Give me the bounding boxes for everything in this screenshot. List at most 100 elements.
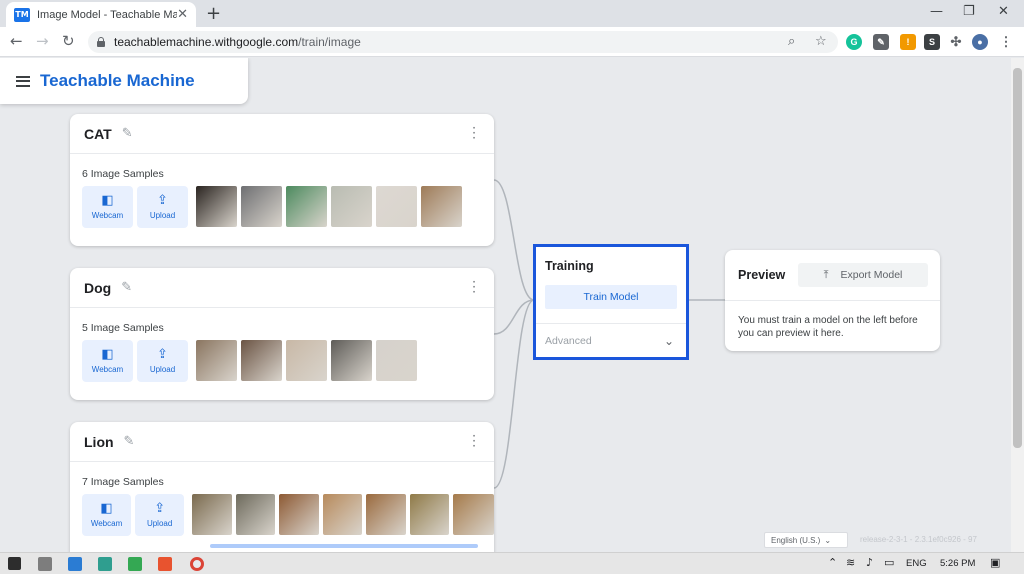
mail-icon[interactable] — [68, 557, 82, 571]
kebab-menu-icon[interactable]: · · · — [472, 276, 476, 298]
upload-icon: ⇪ — [157, 193, 168, 208]
task-view-icon[interactable] — [38, 557, 52, 571]
browser-menu-icon[interactable]: ⋮ — [998, 34, 1014, 50]
language-select[interactable]: English (U.S.) ⌄ — [764, 532, 848, 548]
sample-thumbnail[interactable] — [196, 186, 237, 227]
upload-label: Upload — [149, 211, 176, 220]
class-name[interactable]: Dog — [84, 280, 111, 296]
divider — [725, 300, 940, 301]
browser-tab-bar: TM Image Model - Teachable Machine ✕ + —… — [0, 0, 1024, 27]
sample-thumbnail[interactable] — [331, 340, 372, 381]
upload-label: Upload — [146, 519, 173, 528]
url-host: teachablemachine.withgoogle.com — [114, 35, 299, 49]
s-extension-icon[interactable]: S — [924, 34, 940, 50]
kebab-menu-icon[interactable]: · · · — [472, 122, 476, 144]
upload-button[interactable]: ⇪ Upload — [135, 494, 185, 536]
sample-thumbnail[interactable] — [286, 340, 327, 381]
sample-thumbnail[interactable] — [196, 340, 237, 381]
grammarly-extension-icon[interactable]: G — [846, 34, 862, 50]
extension-icon[interactable]: ✎ — [873, 34, 889, 50]
sample-thumbnail[interactable] — [366, 494, 406, 535]
upload-button[interactable]: ⇪ Upload — [137, 186, 188, 228]
sample-thumbnail[interactable] — [241, 340, 282, 381]
sample-thumbnail[interactable] — [241, 186, 282, 227]
zoom-icon[interactable]: ⌕ — [788, 34, 795, 49]
pencil-edit-icon[interactable]: ✎ — [121, 280, 132, 295]
address-bar[interactable]: teachablemachine.withgoogle.com/train/im… — [88, 31, 838, 53]
sample-thumbnail[interactable] — [192, 494, 232, 535]
scrollbar-thumb[interactable] — [1013, 68, 1022, 448]
webcam-button[interactable]: ◧ Webcam — [82, 340, 133, 382]
bookmark-star-icon[interactable]: ☆ — [815, 34, 827, 49]
volume-icon[interactable]: ♪ — [866, 556, 873, 569]
pencil-edit-icon[interactable]: ✎ — [122, 126, 133, 141]
export-icon: ⤒ — [823, 268, 829, 281]
pencil-edit-icon[interactable]: ✎ — [124, 434, 135, 449]
hamburger-menu-icon[interactable] — [16, 75, 30, 87]
class-name[interactable]: CAT — [84, 126, 112, 142]
puzzle-extensions-icon[interactable]: ✣ — [948, 34, 964, 50]
samples-horizontal-scrollbar[interactable] — [210, 544, 478, 548]
export-label: Export Model — [840, 269, 903, 281]
sample-thumbnail[interactable] — [331, 186, 372, 227]
sample-thumbnail[interactable] — [421, 186, 462, 227]
clock-time[interactable]: 5:26 PM — [940, 558, 975, 569]
sample-thumbnail[interactable] — [453, 494, 494, 535]
sample-row: ◧ Webcam ⇪ Upload — [70, 186, 494, 240]
webcam-icon: ◧ — [101, 193, 114, 208]
input-language[interactable]: ENG — [906, 558, 927, 569]
office-icon[interactable] — [158, 557, 172, 571]
samples-count-label: 5 Image Samples — [82, 322, 164, 334]
training-panel: Training Train Model Advanced ⌄ — [533, 244, 689, 360]
wifi-icon[interactable]: ≋ — [846, 556, 855, 569]
tab-close-icon[interactable]: ✕ — [177, 7, 188, 22]
new-tab-icon[interactable]: + — [206, 3, 221, 24]
training-title: Training — [545, 259, 594, 273]
app-title: Teachable Machine — [40, 71, 195, 90]
webcam-label: Webcam — [91, 365, 124, 374]
class-name[interactable]: Lion — [84, 434, 114, 450]
class-card-lion: Lion ✎ · · · 7 Image Samples ◧ Webcam ⇪ Up… — [70, 422, 494, 552]
kebab-menu-icon[interactable]: · · · — [472, 430, 476, 452]
app-icon[interactable] — [98, 557, 112, 571]
upload-button[interactable]: ⇪ Upload — [137, 340, 188, 382]
export-model-button[interactable]: ⤒ Export Model — [798, 263, 928, 287]
advanced-label: Advanced — [545, 334, 592, 347]
favicon-icon: TM — [14, 7, 30, 22]
upload-label: Upload — [149, 365, 176, 374]
forward-icon[interactable]: → — [36, 32, 49, 50]
language-value: English (U.S.) — [771, 535, 821, 545]
sample-thumbnail[interactable] — [286, 186, 327, 227]
browser-tab[interactable]: TM Image Model - Teachable Machine ✕ — [6, 2, 196, 27]
green-app-icon[interactable] — [128, 557, 142, 571]
preview-panel: Preview ⤒ Export Model You must train a … — [725, 250, 940, 351]
webcam-button[interactable]: ◧ Webcam — [82, 494, 132, 536]
class-card-header: Lion ✎ · · · — [70, 422, 494, 462]
sample-thumbnail[interactable] — [376, 186, 417, 227]
sample-thumbnail[interactable] — [235, 494, 276, 535]
sample-thumbnail[interactable] — [409, 494, 449, 535]
sample-thumbnail[interactable] — [322, 494, 363, 535]
extension-badge-icon[interactable]: ! — [900, 34, 916, 50]
webcam-button[interactable]: ◧ Webcam — [82, 186, 133, 228]
minimize-icon[interactable]: — — [930, 4, 943, 19]
upload-icon: ⇪ — [154, 501, 166, 516]
webcam-label: Webcam — [90, 519, 123, 528]
reload-icon[interactable]: ↻ — [62, 32, 75, 50]
sample-thumbnail[interactable] — [376, 340, 417, 381]
train-model-button[interactable]: Train Model — [545, 285, 677, 309]
advanced-toggle[interactable]: Advanced ⌄ — [536, 323, 686, 357]
battery-icon[interactable]: ▭ — [884, 556, 894, 569]
back-icon[interactable]: ← — [10, 32, 23, 50]
profile-avatar-icon[interactable]: ● — [972, 34, 988, 50]
samples-count-label: 6 Image Samples — [82, 168, 164, 180]
sample-thumbnail[interactable] — [279, 494, 319, 535]
notifications-icon[interactable]: ▣ — [990, 556, 1000, 569]
app-header: Teachable Machine — [0, 58, 248, 104]
restore-icon[interactable]: ❐ — [963, 4, 975, 19]
chrome-icon[interactable] — [190, 557, 204, 571]
window-close-icon[interactable]: ✕ — [998, 4, 1009, 19]
page-scrollbar[interactable] — [1011, 58, 1024, 552]
windows-start-icon[interactable] — [8, 557, 21, 570]
tray-chevron-up-icon[interactable]: ⌃ — [828, 556, 837, 569]
